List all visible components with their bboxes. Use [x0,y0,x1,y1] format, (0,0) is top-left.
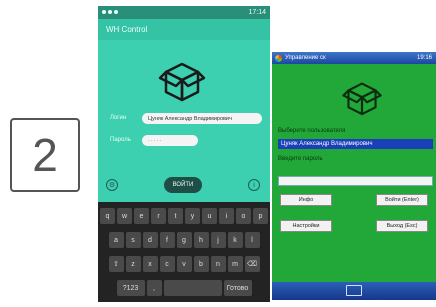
keyboard-key[interactable] [163,280,222,296]
android-login-field[interactable]: Цуняк Александр Владимирович [142,113,262,124]
android-password-field[interactable]: ····· [142,135,198,146]
keyboard-key[interactable]: l [244,232,260,248]
keyboard-key[interactable]: s [125,232,141,248]
keyboard-key[interactable]: k [227,232,243,248]
keyboard-key[interactable]: b [193,256,209,272]
keyboard-key[interactable]: r [151,208,166,224]
step-number: 2 [32,129,58,181]
android-login-button[interactable]: ВОЙТИ [164,177,202,193]
android-screenshot: 17:14 WH Control Логин Цуняк Александр В… [98,6,270,302]
wm-status-time: 19:16 [416,55,432,61]
box-logo-icon [342,82,382,116]
android-status-time: 17:14 [248,9,266,16]
android-app-title: WH Control [98,19,270,40]
keyboard-key[interactable]: u [202,208,217,224]
keyboard-key[interactable]: o [236,208,251,224]
wm-status-bar: Управление ск 19:16 [272,52,436,64]
keyboard-key[interactable]: q [100,208,115,224]
keyboard-key[interactable]: n [210,256,226,272]
android-password-label: Пароль [110,137,131,143]
keyboard-row-2: asdfghjkl [98,232,270,248]
wm-exit-button[interactable]: Выход (Esc) [376,220,428,232]
keyboard-key[interactable]: g [176,232,192,248]
wm-enter-button[interactable]: Войти (Enter) [376,194,428,206]
box-logo-icon [158,62,206,102]
wm-select-user-label: Выберите пользователя [278,128,346,134]
keyboard-key[interactable]: ?123 [116,280,145,296]
keyboard-key[interactable]: i [219,208,234,224]
keyboard-key[interactable]: m [227,256,243,272]
keyboard-row-4: ?123, Готово [98,280,270,296]
wm-password-label: Введите пароль [278,156,323,162]
keyboard-icon[interactable] [346,285,362,296]
keyboard-key[interactable]: z [125,256,141,272]
wm-password-field[interactable] [278,176,433,186]
keyboard-key[interactable]: w [117,208,132,224]
wm-user-select[interactable]: Цуняк Александр Владимирович [278,139,433,149]
keyboard-key[interactable]: v [176,256,192,272]
keyboard-key[interactable]: c [159,256,175,272]
keyboard-key[interactable]: e [134,208,149,224]
windows-mobile-screenshot: Управление ск 19:16 Выберите пользовател… [272,52,436,300]
keyboard-row-1: qwertyuiop [98,208,270,224]
keyboard-key[interactable]: a [108,232,124,248]
keyboard-key[interactable]: p [253,208,268,224]
keyboard-key[interactable]: Готово [223,280,252,296]
keyboard-key[interactable]: , [146,280,162,296]
wm-menu-bar [272,282,436,300]
windows-start-icon[interactable] [275,54,282,62]
keyboard-key[interactable]: x [142,256,158,272]
android-status-bar: 17:14 [98,6,270,19]
keyboard-key[interactable]: d [142,232,158,248]
keyboard-key[interactable]: ⇧ [108,256,124,272]
keyboard-key[interactable]: h [193,232,209,248]
settings-icon[interactable]: ⚙ [106,179,118,191]
android-login-label: Логин [110,115,127,121]
step-number-box: 2 [10,118,80,192]
keyboard-key[interactable]: j [210,232,226,248]
wm-settings-button[interactable]: Настройки [280,220,332,232]
keyboard-key[interactable]: t [168,208,183,224]
keyboard-key[interactable]: f [159,232,175,248]
wm-info-button[interactable]: Инфо [280,194,332,206]
notification-icons [102,9,120,16]
keyboard-row-3: ⇧ z x c v b n m ⌫ [98,256,270,272]
info-icon[interactable]: i [248,179,260,191]
keyboard-key[interactable]: ⌫ [244,256,260,272]
wm-app-title: Управление ск [285,55,326,61]
soft-keyboard: qwertyuiop asdfghjkl ⇧ z x c v b n m ⌫ ?123, Гото… [98,202,270,302]
keyboard-key[interactable]: y [185,208,200,224]
